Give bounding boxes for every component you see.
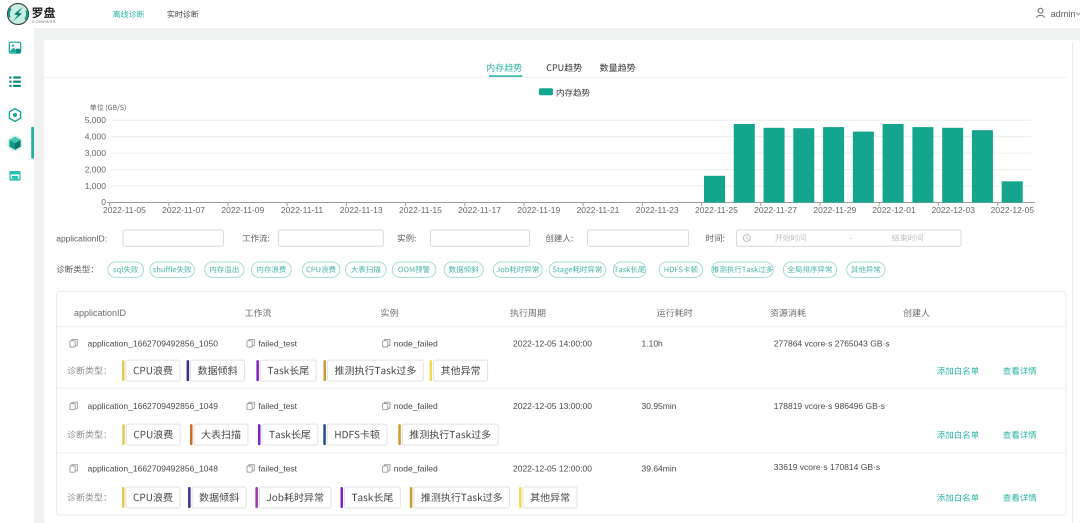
svg-text:2022-11-29: 2022-11-29 (813, 205, 856, 215)
svg-text:1.10h: 1.10h (642, 338, 664, 348)
svg-text:4,000: 4,000 (85, 132, 107, 142)
svg-text:2022-11-19: 2022-11-19 (517, 205, 560, 215)
svg-text:33619 vcore·s 170814 GB·s: 33619 vcore·s 170814 GB·s (774, 462, 880, 472)
svg-text:failed_test: failed_test (258, 464, 297, 474)
svg-text:1,000: 1,000 (85, 181, 107, 191)
svg-text:application_1662709492856_1048: application_1662709492856_1048 (88, 464, 219, 474)
svg-text:2022-11-25: 2022-11-25 (695, 205, 738, 215)
svg-text:failed_test: failed_test (258, 401, 297, 411)
svg-text:2022-12-03: 2022-12-03 (931, 205, 975, 215)
svg-text:-: - (849, 232, 852, 242)
svg-text:2022-11-05: 2022-11-05 (103, 205, 146, 215)
svg-text:2022-11-27: 2022-11-27 (754, 205, 797, 215)
svg-text:application_1662709492856_1049: application_1662709492856_1049 (88, 401, 219, 411)
svg-text:2022-12-05 14:00:00: 2022-12-05 14:00:00 (513, 338, 592, 348)
svg-text:node_failed: node_failed (394, 401, 438, 411)
svg-text:failed_test: failed_test (258, 338, 297, 348)
svg-text:30.95min: 30.95min (642, 401, 677, 411)
svg-text:2022-11-09: 2022-11-09 (221, 205, 264, 215)
svg-text:application_1662709492856_1050: application_1662709492856_1050 (88, 338, 219, 348)
svg-text:node_failed: node_failed (394, 338, 438, 348)
svg-text:2022-11-15: 2022-11-15 (399, 205, 442, 215)
svg-text:39.64min: 39.64min (642, 464, 677, 474)
svg-text:COMPASS: COMPASS (32, 19, 56, 24)
svg-text:2022-11-07: 2022-11-07 (162, 205, 205, 215)
svg-text:2022-12-05: 2022-12-05 (991, 205, 1035, 215)
svg-text:3,000: 3,000 (85, 148, 107, 158)
svg-text:2,000: 2,000 (85, 165, 107, 175)
svg-text:applicationID:: applicationID: (56, 233, 107, 243)
svg-text:277864 vcore·s 2765043 GB·s: 277864 vcore·s 2765043 GB·s (774, 338, 890, 348)
svg-text:2022-11-23: 2022-11-23 (636, 205, 679, 215)
svg-text:node_failed: node_failed (394, 464, 438, 474)
svg-text:178819 vcore·s 986496 GB·s: 178819 vcore·s 986496 GB·s (774, 401, 885, 411)
svg-text:admin: admin (1051, 9, 1076, 19)
svg-text:2022-11-11: 2022-11-11 (281, 205, 323, 215)
svg-text:2022-12-05 13:00:00: 2022-12-05 13:00:00 (513, 401, 592, 411)
svg-text:applicationID: applicationID (74, 308, 127, 318)
svg-text:2022-11-13: 2022-11-13 (340, 205, 383, 215)
svg-text:2022-12-01: 2022-12-01 (872, 205, 916, 215)
svg-text:2022-11-21: 2022-11-21 (577, 205, 620, 215)
svg-text:2022-12-05 12:00:00: 2022-12-05 12:00:00 (513, 464, 592, 474)
svg-text:2022-11-17: 2022-11-17 (458, 205, 501, 215)
svg-text:5,000: 5,000 (85, 115, 107, 125)
